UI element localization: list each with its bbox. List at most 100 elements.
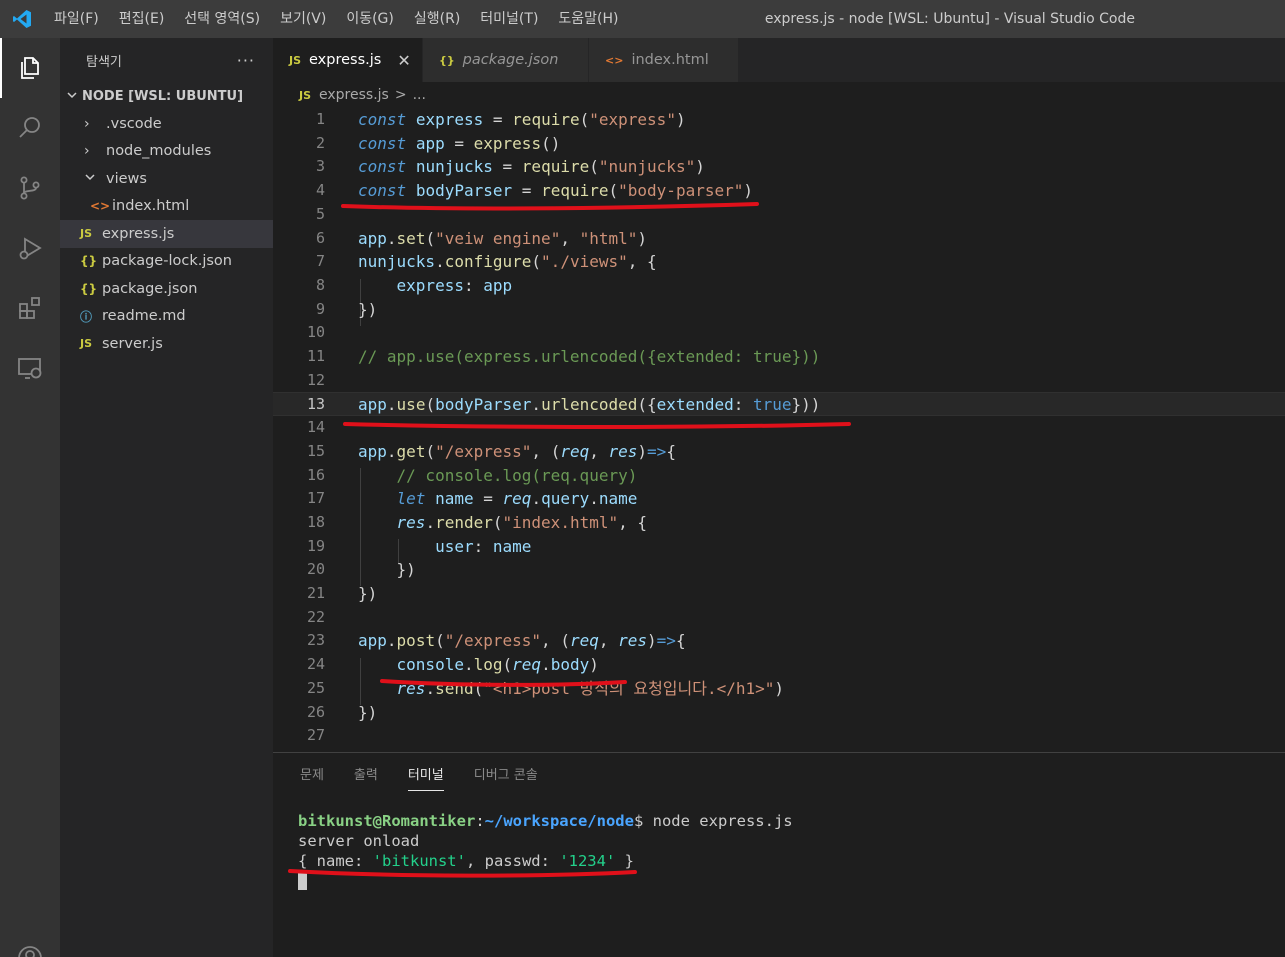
js-file-icon: JS	[289, 53, 302, 67]
code-line-12: 12	[306, 370, 325, 389]
terminal-cursor-line	[298, 871, 1285, 891]
code-line-2: 2 const app = express()	[315, 133, 561, 153]
menu-bar: 파일(F) 편집(E) 선택 영역(S) 보기(V) 이동(G) 실행(R) 터…	[44, 0, 629, 38]
terminal-output[interactable]: bitkunst@Romantiker:~/workspace/node$ no…	[273, 799, 1285, 891]
html-file-icon: <>	[605, 53, 624, 67]
tab-terminal[interactable]: 터미널	[407, 753, 444, 799]
search-icon[interactable]	[0, 98, 60, 158]
code-line-17: 17 let name = req.query.name	[306, 489, 638, 509]
bottom-panel: 문제 출력 터미널 디버그 콘솔 bitkunst@Romantiker:~/w…	[273, 752, 1285, 957]
js-file-icon: JS	[80, 227, 93, 241]
workspace-section-header[interactable]: NODE [WSL: UBUNTU]	[60, 82, 273, 110]
editor-tabs: JS express.js ✕ {} package.json <> index…	[273, 38, 1285, 82]
menu-go[interactable]: 이동(G)	[336, 0, 404, 38]
menu-terminal[interactable]: 터미널(T)	[470, 0, 548, 38]
account-icon[interactable]	[0, 928, 60, 957]
remote-explorer-icon[interactable]	[0, 338, 60, 398]
code-line-18: 18 res.render("index.html", {	[306, 512, 648, 532]
chevron-right-icon: ›	[84, 115, 90, 132]
code-line-25: 25 res.send("<h1>post 방식의 요청입니다.</h1>")	[306, 678, 785, 698]
code-line-16: 16 // console.log(req.query)	[306, 465, 638, 485]
code-line-15: 15 app.get("/express", (req, res)=>{	[306, 441, 676, 461]
tree-item-vscode[interactable]: › .vscode	[60, 110, 273, 138]
activity-bar	[0, 38, 60, 957]
tab-output[interactable]: 출력	[354, 753, 378, 799]
workspace-section-label: NODE [WSL: UBUNTU]	[82, 88, 244, 104]
tree-item-label: package-lock.json	[102, 253, 232, 270]
tree-item-server-js[interactable]: JS server.js	[60, 330, 273, 358]
vscode-logo-icon	[0, 0, 44, 38]
code-line-8: 8 express: app	[315, 275, 513, 295]
menu-help[interactable]: 도움말(H)	[548, 0, 628, 38]
js-file-icon: JS	[299, 88, 312, 102]
code-line-26: 26})	[306, 702, 378, 722]
html-file-icon: <>	[90, 199, 111, 214]
code-line-23: 23 app.post("/express", (req, res)=>{	[306, 631, 686, 651]
tree-item-label: package.json	[102, 280, 198, 297]
chevron-right-icon: ›	[84, 143, 90, 160]
breadcrumb-separator: >	[394, 87, 407, 103]
explorer-icon[interactable]	[0, 38, 60, 98]
tree-item-label: index.html	[112, 198, 190, 215]
code-line-10: 10	[306, 323, 325, 342]
menu-run[interactable]: 실행(R)	[404, 0, 470, 38]
tab-express-js[interactable]: JS express.js ✕	[273, 38, 423, 82]
terminal-string: 'bitkunst'	[372, 852, 466, 870]
tab-problems[interactable]: 문제	[300, 753, 324, 799]
json-file-icon: {}	[439, 53, 455, 67]
sidebar-title: 탐색기	[86, 54, 122, 70]
tree-item-package-lock-json[interactable]: {} package-lock.json	[60, 248, 273, 276]
extensions-icon[interactable]	[0, 278, 60, 338]
terminal-line: server onload	[298, 832, 420, 850]
terminal-command: $ node express.js	[633, 812, 793, 830]
menu-file[interactable]: 파일(F)	[44, 0, 109, 38]
chevron-down-icon	[66, 89, 82, 104]
tab-debug-console[interactable]: 디버그 콘솔	[474, 753, 538, 799]
code-line-11: 11// app.use(express.urlencoded({extende…	[306, 347, 821, 366]
tree-item-label: express.js	[102, 225, 175, 242]
breadcrumb-more[interactable]: ...	[413, 87, 426, 103]
code-line-6: 6 app.set("veiw engine", "html")	[315, 228, 648, 248]
js-file-icon: JS	[80, 337, 93, 351]
terminal-user: bitkunst@Romantiker	[298, 812, 476, 830]
info-file-icon: ⓘ	[80, 309, 93, 324]
tab-package-json[interactable]: {} package.json	[423, 38, 589, 82]
menu-view[interactable]: 보기(V)	[270, 0, 336, 38]
tree-item-express-js[interactable]: JS express.js	[60, 220, 273, 248]
run-debug-icon[interactable]	[0, 218, 60, 278]
menu-edit[interactable]: 편집(E)	[109, 0, 175, 38]
code-line-7: 7 nunjucks.configure("./views", {	[315, 252, 657, 272]
terminal-cursor	[298, 873, 307, 890]
breadcrumb-file[interactable]: express.js	[319, 87, 389, 103]
tree-item-node-modules[interactable]: › node_modules	[60, 138, 273, 166]
more-actions-icon[interactable]: ···	[237, 51, 255, 70]
tab-label: package.json	[462, 52, 559, 68]
tree-item-index-html[interactable]: <> index.html	[60, 193, 273, 221]
code-editor[interactable]: 1 const express = require("express") 2 con…	[273, 108, 1285, 752]
tree-item-label: readme.md	[102, 308, 186, 325]
tab-label: index.html	[631, 52, 709, 68]
chevron-down-icon	[84, 171, 106, 186]
code-line-27: 27	[306, 726, 325, 745]
sidebar-header: 탐색기 ···	[60, 38, 273, 82]
code-line-22: 22	[306, 607, 325, 626]
code-line-21: 21})	[306, 584, 378, 603]
source-control-icon[interactable]	[0, 158, 60, 218]
terminal-path: ~/workspace/node	[484, 812, 634, 830]
close-icon[interactable]: ✕	[397, 51, 410, 70]
code-line-5: 5	[315, 204, 325, 223]
terminal-line: { name: 'bitkunst', passwd: '1234' }	[298, 852, 634, 870]
tree-item-label: server.js	[102, 335, 163, 352]
code-line-19: 19 user: name	[306, 536, 532, 556]
code-line-3: 3 const nunjucks = require("nunjucks")	[315, 157, 705, 177]
tree-item-package-json[interactable]: {} package.json	[60, 275, 273, 303]
tree-item-views[interactable]: views	[60, 165, 273, 193]
code-line-20: 20 })	[306, 560, 416, 580]
tree-item-label: views	[106, 170, 147, 187]
menu-selection[interactable]: 선택 영역(S)	[174, 0, 270, 38]
code-line-4: 4 const bodyParser = require("body-parser…	[315, 181, 754, 201]
tree-item-readme-md[interactable]: ⓘ readme.md	[60, 303, 273, 331]
tab-index-html[interactable]: <> index.html	[589, 38, 739, 82]
code-line-13: 13 app.use(bodyParser.urlencoded({extende…	[273, 392, 1285, 417]
terminal-string: '1234'	[559, 852, 616, 870]
